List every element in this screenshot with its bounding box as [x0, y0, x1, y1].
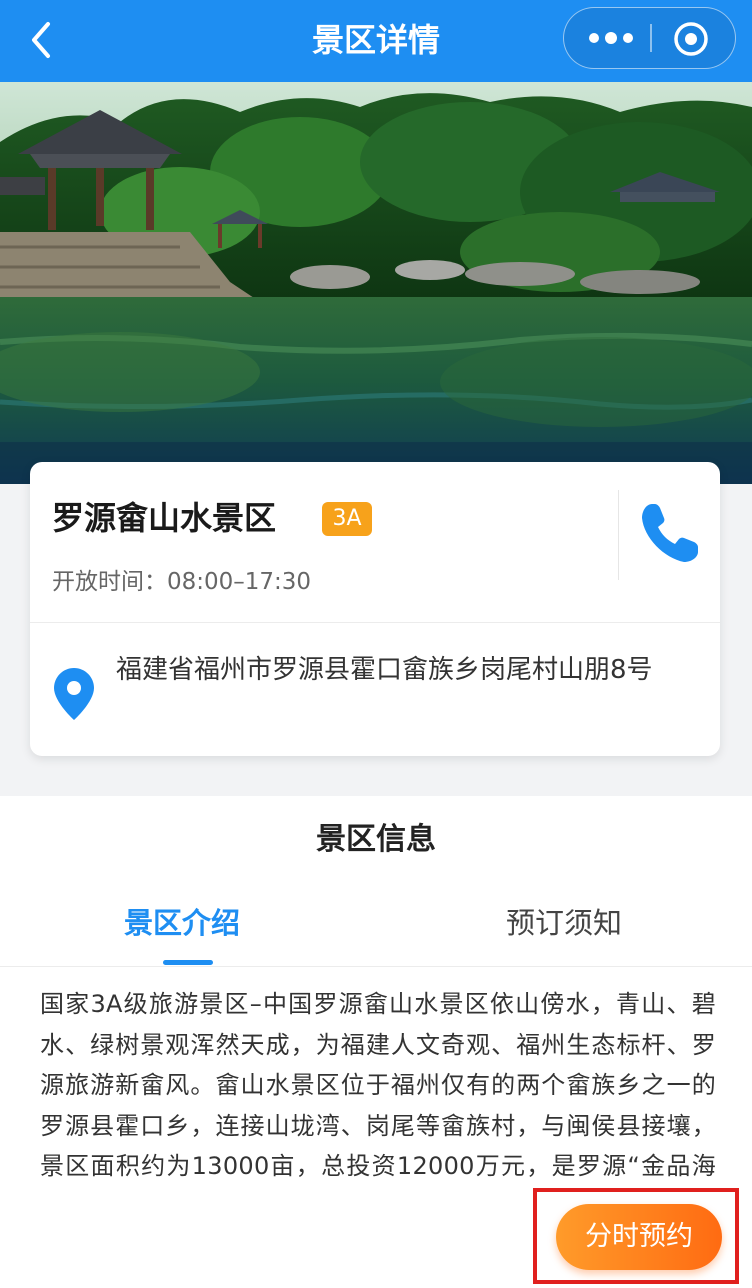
- level-badge: 3A: [322, 502, 372, 536]
- call-button[interactable]: [638, 500, 702, 566]
- mini-program-capsule: [563, 7, 736, 69]
- location-pin: [52, 666, 96, 722]
- location-pin-icon: [54, 668, 94, 720]
- spot-info-card: 罗源畲山水景区 3A 开放时间：08:00–17:30 福建省福州市罗源县霍口畲…: [30, 462, 720, 756]
- card-divider-vertical: [618, 490, 619, 580]
- intro-text: 国家3A级旅游景区–中国罗源畲山水景区依山傍水，青山、碧水、绿树景观浑然天成，为…: [40, 990, 716, 1180]
- address-link[interactable]: 福建省福州市罗源县霍口畲族乡岗尾村山朋8号: [116, 650, 686, 690]
- phone-icon: [642, 504, 698, 562]
- tab-divider: [0, 966, 752, 967]
- spot-name: 罗源畲山水景区: [52, 499, 277, 537]
- intro-scroll-area[interactable]: 国家3A级旅游景区–中国罗源畲山水景区依山傍水，青山、碧水、绿树景观浑然天成，为…: [40, 984, 716, 1186]
- close-mini-program-button[interactable]: [672, 20, 710, 58]
- hero-image: [0, 82, 752, 484]
- timed-booking-button[interactable]: 分时预约: [556, 1204, 722, 1270]
- nav-header: 景区详情: [0, 0, 752, 82]
- open-time: 开放时间：08:00–17:30: [52, 569, 312, 595]
- more-dots-icon: [589, 32, 633, 44]
- active-tab-indicator: [163, 960, 213, 965]
- scenic-photo: [0, 82, 752, 484]
- more-button[interactable]: [582, 20, 640, 56]
- tab-booking-notice[interactable]: 预订须知: [506, 902, 622, 944]
- section-title: 景区信息: [316, 822, 436, 857]
- capsule-divider: [650, 24, 652, 52]
- tab-intro[interactable]: 景区介绍: [124, 902, 240, 944]
- card-divider-horizontal: [30, 622, 720, 623]
- target-circle-icon: [674, 22, 708, 56]
